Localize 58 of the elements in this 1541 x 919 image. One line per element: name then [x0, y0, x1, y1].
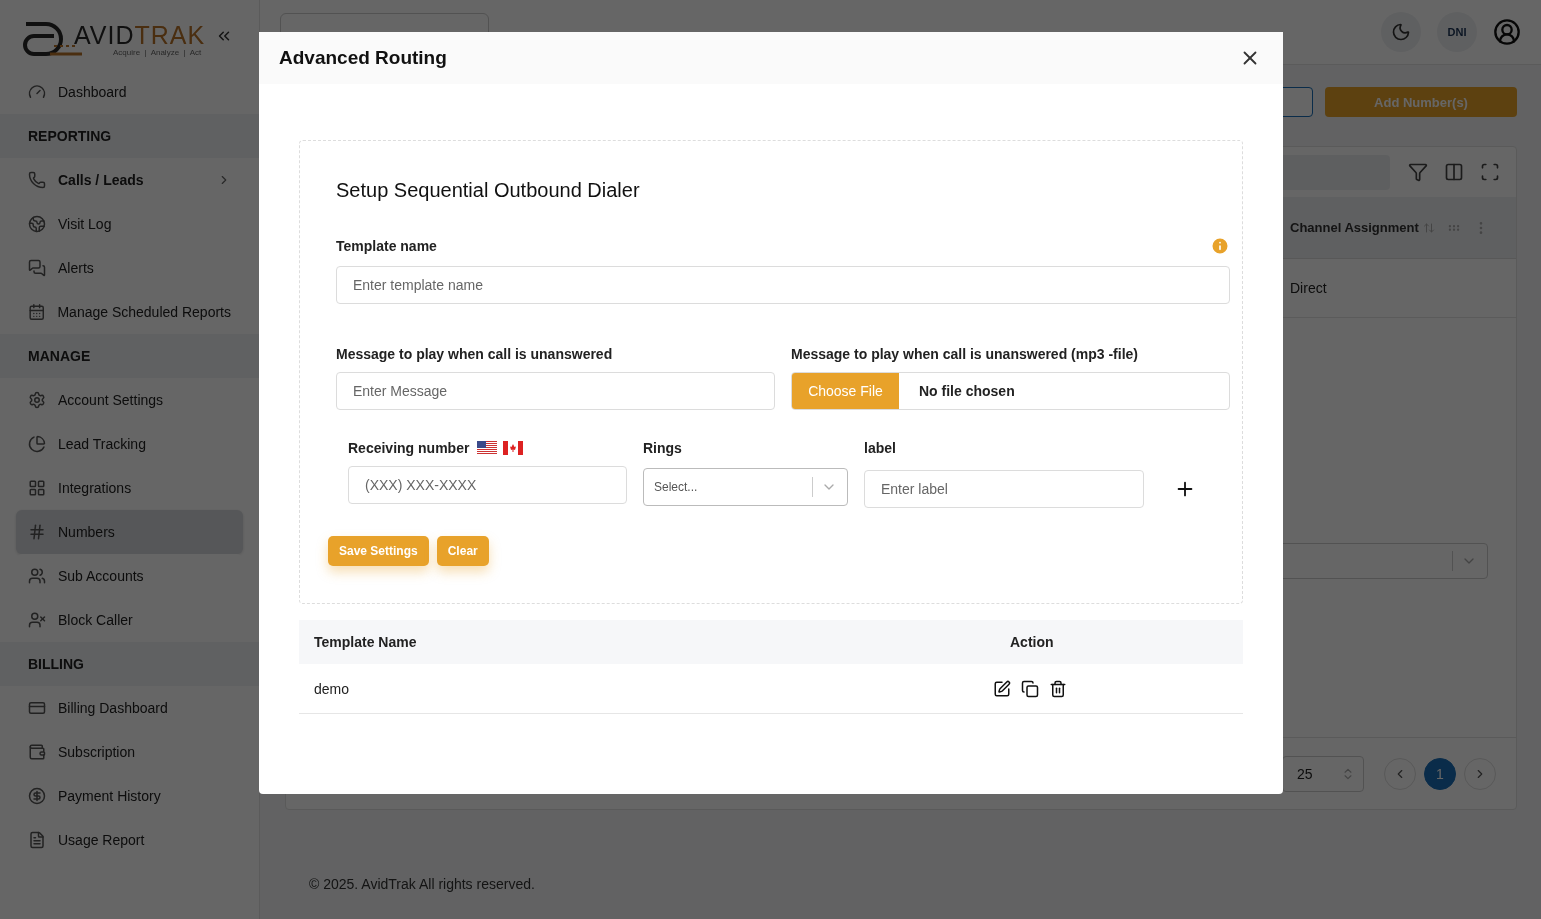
moon-icon: [1391, 22, 1411, 42]
dni-button[interactable]: DNI: [1437, 12, 1477, 52]
column-header: Action: [1010, 634, 1055, 650]
file-field[interactable]: Choose File No file chosen: [791, 372, 1230, 410]
phone-icon: [28, 171, 46, 189]
gauge-icon: [28, 83, 46, 101]
save-settings-button[interactable]: Save Settings: [328, 536, 429, 566]
section-title: BILLING: [0, 642, 259, 686]
message-field[interactable]: Enter Message: [336, 372, 775, 410]
template-name-field[interactable]: Enter template name: [336, 266, 1230, 304]
field-label: Template name: [336, 238, 437, 254]
theme-toggle[interactable]: [1381, 12, 1421, 52]
file-status: No file chosen: [919, 383, 1015, 399]
modal-title: Advanced Routing: [279, 47, 447, 69]
fullscreen-icon[interactable]: [1480, 162, 1500, 182]
user-icon: [28, 611, 46, 629]
page-button[interactable]: 1: [1424, 757, 1456, 790]
table-cell-text: Direct: [1290, 280, 1328, 296]
column-header: Channel Assignment: [1290, 220, 1419, 235]
section-title: MANAGE: [0, 334, 259, 378]
wallet-icon: [28, 743, 46, 761]
edit-icon[interactable]: [993, 679, 1011, 698]
user-icon[interactable]: [1493, 18, 1521, 46]
field-label: label: [864, 440, 896, 456]
field-label: Message to play when call is unanswered: [336, 346, 613, 362]
choose-file-button[interactable]: Choose File: [792, 373, 899, 409]
rings-select[interactable]: Select...: [643, 468, 848, 506]
sidebar-item[interactable]: Numbers: [16, 510, 243, 554]
copyright-text: © 2025. AvidTrak All rights reserved.: [308, 875, 536, 892]
column-header: Template Name: [314, 634, 418, 650]
logo-wordmark: AVIDTRAK: [74, 21, 206, 48]
section-title: REPORTING: [0, 114, 259, 158]
field-label: Rings: [643, 440, 682, 456]
globe-icon: [28, 215, 46, 233]
copy-icon[interactable]: [1021, 679, 1039, 698]
phone-field[interactable]: (XXX) XXX-XXXX: [348, 466, 627, 504]
dollar-icon: [28, 787, 46, 805]
canada-flag-icon: [503, 441, 524, 455]
table-cell: demo: [314, 680, 350, 697]
label-field[interactable]: Enter label: [864, 470, 1144, 508]
gear-icon: [28, 391, 46, 409]
info-icon[interactable]: [1210, 236, 1230, 256]
field-label: Receiving number: [348, 440, 470, 456]
trash-icon[interactable]: [1049, 679, 1067, 698]
users-icon: [28, 567, 46, 585]
card-icon: [28, 699, 46, 717]
us-flag-icon: [477, 441, 498, 455]
columns-icon[interactable]: [1444, 162, 1464, 182]
filter-icon[interactable]: [1408, 162, 1428, 182]
grid-icon: [28, 479, 46, 497]
chat-icon: [28, 259, 46, 277]
form-heading: Setup Sequential Outbound Dialer: [336, 179, 641, 202]
document-icon: [28, 831, 46, 849]
pie-chart-icon: [28, 435, 46, 453]
calendar-icon: [28, 303, 46, 321]
clear-button[interactable]: Clear: [436, 536, 489, 566]
field-label: Message to play when call is unanswered (mp3 -file): [791, 346, 1138, 362]
hash-icon: [28, 523, 46, 541]
